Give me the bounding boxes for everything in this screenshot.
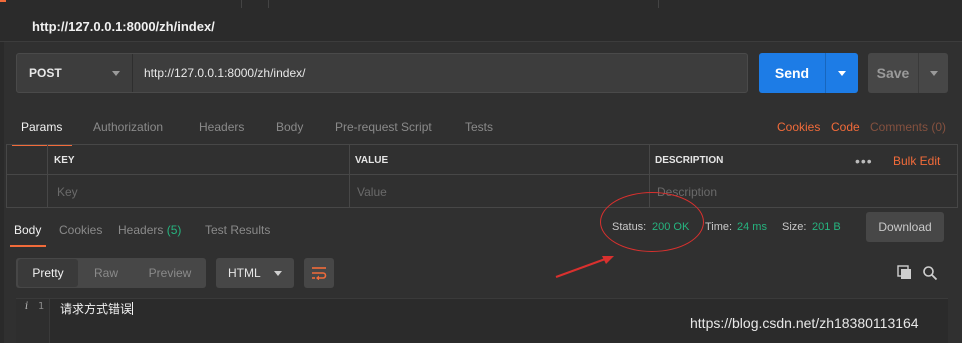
tab-authorization[interactable]: Authorization [93, 120, 163, 134]
request-url-bar: POST [16, 53, 748, 93]
response-bar: Body Cookies Headers (5) Test Results St… [0, 210, 962, 247]
response-tab-headers[interactable]: Headers (5) [118, 223, 181, 237]
wrap-lines-button[interactable] [304, 258, 334, 288]
description-column-header: DESCRIPTION [655, 155, 724, 166]
save-label: Save [876, 65, 910, 81]
size-label: Size: [782, 221, 807, 233]
tab-divider [268, 0, 269, 8]
request-tab-strip: http://127.0.0.1:8000/zh/index/ [0, 0, 962, 42]
copy-icon[interactable] [897, 265, 913, 281]
size-value[interactable]: 201 B [812, 221, 841, 233]
chevron-down-icon [112, 70, 120, 76]
save-options-button[interactable] [919, 70, 948, 76]
tab-body[interactable]: Body [276, 120, 303, 134]
save-button[interactable]: Save [868, 53, 948, 93]
tab-pre-request-script[interactable]: Pre-request Script [335, 120, 432, 134]
request-tab-title[interactable]: http://127.0.0.1:8000/zh/index/ [32, 19, 215, 34]
tab-indicator [0, 0, 6, 2]
download-button[interactable]: Download [866, 212, 944, 242]
chevron-down-icon [929, 70, 938, 76]
tab-params[interactable]: Params [21, 120, 62, 134]
code-line: 请求方式错误 [60, 300, 134, 317]
code-line-text: 请求方式错误 [60, 302, 133, 316]
send-button[interactable]: Send [759, 53, 858, 93]
key-column-header: KEY [54, 155, 75, 166]
send-label: Send [774, 65, 810, 81]
request-tabs: Params Authorization Headers Body Pre-re… [0, 110, 962, 146]
chevron-down-icon [274, 270, 282, 276]
comments-link[interactable]: Comments (0) [870, 120, 946, 134]
editor-gutter: i 1 [16, 299, 50, 343]
left-rail [0, 42, 4, 343]
watermark: https://blog.csdn.net/zh18380113164 [690, 315, 919, 331]
info-icon: i [25, 301, 29, 312]
annotation-circle [600, 192, 704, 252]
active-response-tab-underline [10, 245, 46, 247]
response-tab-body[interactable]: Body [14, 223, 41, 237]
send-options-button[interactable] [826, 70, 858, 76]
params-empty-row: Key Value Description [7, 176, 957, 207]
method-select[interactable]: POST [17, 54, 133, 92]
tab-divider [241, 0, 242, 8]
time-value[interactable]: 24 ms [737, 221, 767, 233]
tab-tests[interactable]: Tests [465, 120, 493, 134]
search-icon[interactable] [922, 265, 938, 281]
more-options-icon[interactable]: ••• [855, 153, 873, 169]
raw-view-button[interactable]: Raw [78, 258, 134, 288]
format-select[interactable]: HTML [216, 258, 294, 288]
key-input[interactable]: Key [57, 185, 78, 199]
response-headers-label: Headers [118, 223, 164, 237]
response-tab-test-results[interactable]: Test Results [205, 223, 270, 237]
format-select-label: HTML [228, 266, 261, 280]
response-tab-cookies[interactable]: Cookies [59, 223, 102, 237]
tab-divider [658, 0, 659, 8]
tab-headers[interactable]: Headers [199, 120, 244, 134]
chevron-down-icon [838, 70, 846, 76]
preview-view-button[interactable]: Preview [136, 258, 204, 288]
bulk-edit-link[interactable]: Bulk Edit [893, 154, 940, 168]
value-column-header: VALUE [355, 155, 389, 166]
url-input[interactable] [133, 66, 747, 80]
time-label: Time: [705, 221, 733, 233]
params-table: KEY VALUE DESCRIPTION ••• Bulk Edit Key … [6, 144, 958, 208]
view-mode-switch: Pretty Raw Preview [16, 258, 206, 288]
annotation-arrow [555, 256, 614, 278]
pretty-view-button[interactable]: Pretty [18, 259, 78, 287]
params-header-row: KEY VALUE DESCRIPTION ••• Bulk Edit [7, 145, 957, 175]
code-link[interactable]: Code [831, 120, 860, 134]
text-cursor [132, 302, 134, 315]
value-input[interactable]: Value [357, 185, 387, 199]
line-number: 1 [38, 301, 45, 312]
wrap-lines-icon [312, 267, 327, 280]
cookies-link[interactable]: Cookies [777, 120, 820, 134]
response-headers-count: (5) [166, 223, 182, 237]
method-label: POST [29, 66, 62, 80]
